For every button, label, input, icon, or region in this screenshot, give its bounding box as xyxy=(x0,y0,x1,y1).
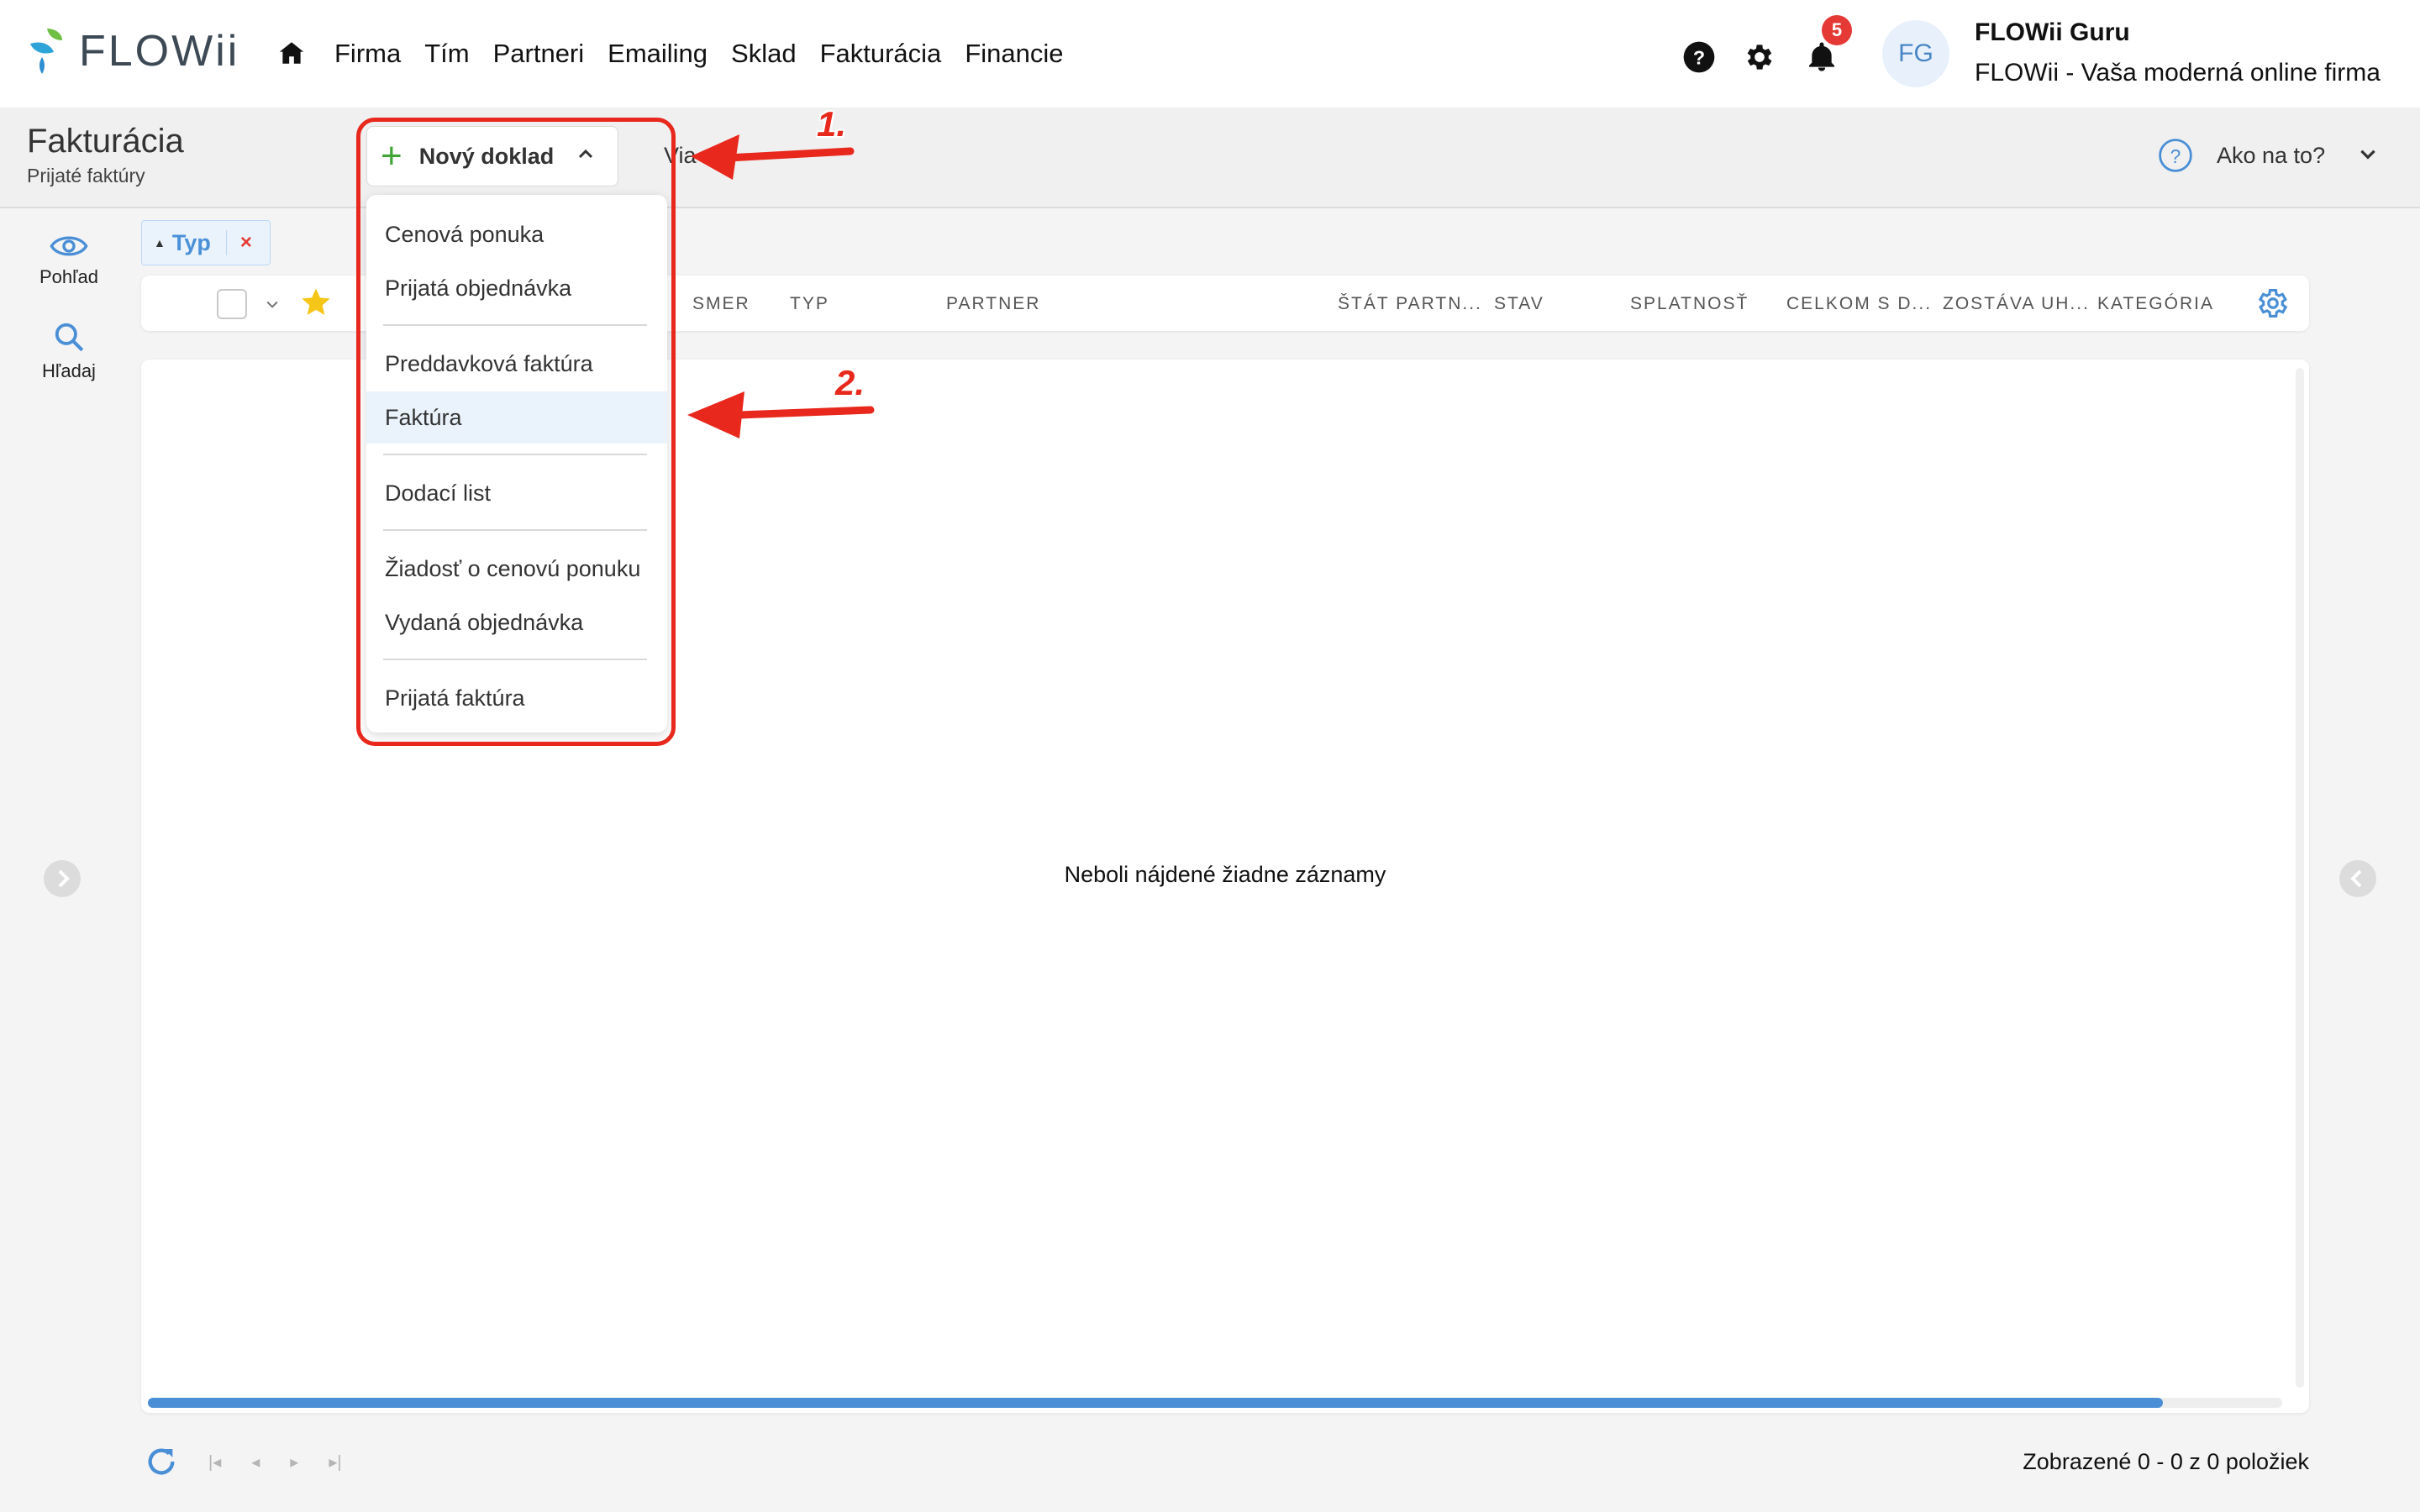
annotation-arrows xyxy=(687,134,875,438)
annotation-step-1: 1. xyxy=(817,104,847,144)
annotation-step-2: 2. xyxy=(835,363,865,402)
